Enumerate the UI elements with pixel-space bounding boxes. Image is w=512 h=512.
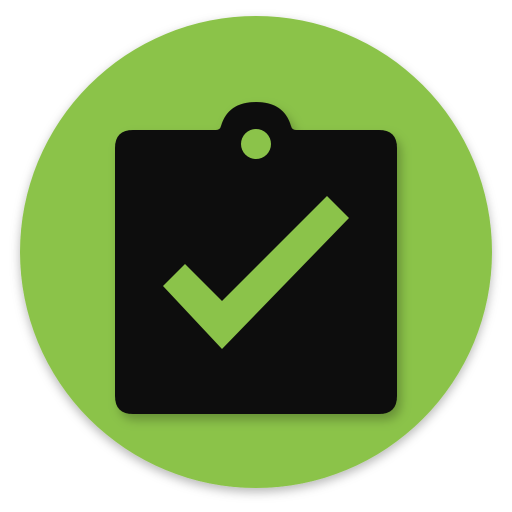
clipboard-check-icon bbox=[20, 16, 492, 488]
clipboard-hole bbox=[241, 129, 271, 159]
app-icon-canvas bbox=[0, 0, 512, 512]
